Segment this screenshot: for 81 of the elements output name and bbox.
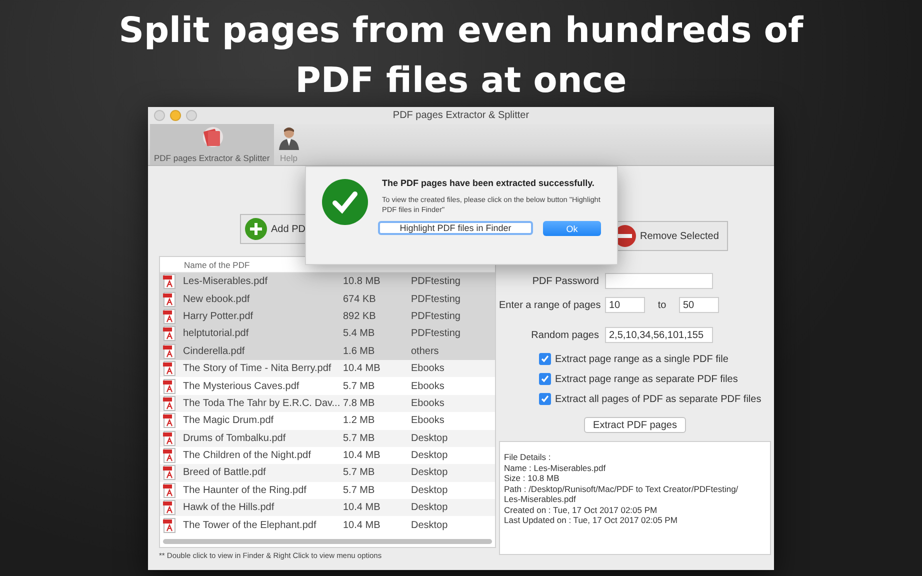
window-title: PDF pages Extractor & Splitter: [392, 110, 530, 121]
option-label: Extract all pages of PDF as separate PDF files: [555, 394, 762, 404]
file-name-cell-text: Hawk of the Hills.pdf: [182, 502, 276, 514]
folder-cell-text: PDFtesting: [410, 310, 462, 322]
option-label: Extract page range as separate PDF files: [555, 374, 738, 384]
option-label: Extract page range as a single PDF file: [555, 354, 728, 364]
table-row[interactable]: Hawk of the Hills.pdf 10.4 MB Desktop: [160, 499, 495, 516]
file-name-cell-text: The Toda The Tahr by E.R.C. Dav...: [182, 398, 340, 409]
folder-cell-text: others: [410, 346, 440, 357]
detail-line: Size : 10.8 MB: [504, 473, 560, 484]
file-size-cell-text: 5.7 MB: [342, 467, 376, 478]
folder-cell-text: PDFtesting: [410, 328, 462, 340]
folder-cell-text: Ebooks: [410, 363, 446, 374]
file-name-cell-text: The Tower of the Elephant.pdf: [182, 520, 318, 531]
file-name-cell-text: Drums of Tombalku.pdf: [182, 432, 287, 444]
file-name-cell-text: Les-Miserables.pdf: [182, 276, 268, 288]
file-size-cell-text: 10.4 MB: [342, 363, 382, 374]
folder-cell-text: PDFtesting: [410, 276, 462, 288]
folder-cell-text: Desktop: [410, 520, 449, 531]
folder-cell-text: Desktop: [410, 484, 449, 496]
file-size-cell-text: 674 KB: [342, 294, 377, 305]
file-name-cell-text: Harry Potter.pdf: [182, 310, 254, 322]
field-label: Enter a range of pages: [499, 300, 599, 310]
table-row[interactable]: helptutorial.pdf 5.4 MB PDFtesting: [160, 325, 495, 343]
headline: Split pages from even hundreds of PDF files at once: [118, 10, 804, 103]
file-size-cell-text: 10.4 MB: [342, 450, 382, 462]
folder-cell-text: Ebooks: [410, 380, 446, 392]
file-size-cell-text: 5.7 MB: [342, 484, 376, 496]
folder-cell-text: Ebooks: [410, 415, 446, 426]
toolbar-tab[interactable]: PDF pages Extractor & Splitter: [150, 124, 274, 165]
folder-cell-text: Ebooks: [410, 398, 446, 409]
folder-cell-text: Desktop: [410, 502, 449, 514]
folder-cell-text: Desktop: [410, 467, 449, 478]
file-size-cell-text: 5.4 MB: [342, 328, 376, 340]
table-row[interactable]: The Children of the Night.pdf 10.4 MB Desktop: [160, 446, 495, 464]
extract-button[interactable]: Extract PDF pages: [584, 417, 686, 433]
field-label: Random pages: [530, 330, 599, 340]
file-name-cell-text: Cinderella.pdf: [182, 346, 246, 357]
folder-cell-text: Desktop: [410, 450, 449, 462]
to-label: to: [656, 300, 668, 310]
table-row[interactable]: Cinderella.pdf 1.6 MB others: [160, 342, 495, 360]
file-size-cell-text: 5.7 MB: [342, 380, 376, 392]
table-row[interactable]: The Haunter of the Ring.pdf 5.7 MB Desktop: [160, 482, 495, 500]
table-row[interactable]: The Story of Time - Nita Berry.pdf 10.4 MB Ebooks: [160, 360, 495, 378]
column-header: Name of the PDF: [183, 260, 251, 270]
range-to-field[interactable]: 50: [679, 297, 719, 313]
range-from-field[interactable]: 10: [605, 297, 645, 313]
file-name-cell-text: The Children of the Night.pdf: [182, 450, 312, 462]
file-name-cell-text: New ebook.pdf: [182, 294, 251, 305]
table-row[interactable]: Drums of Tombalku.pdf 5.7 MB Desktop: [160, 430, 495, 447]
detail-line: Path : /Desktop/Runisoft/Mac/PDF to Text Creator/PDFtesting/: [504, 484, 740, 494]
dialog-title: The PDF pages have been extracted successfully.: [382, 177, 596, 189]
file-size-cell-text: 7.8 MB: [342, 398, 376, 409]
highlight-button[interactable]: Highlight PDF files in Finder: [378, 221, 533, 235]
file-size-cell-text: 5.7 MB: [342, 432, 376, 444]
detail-line: Last Updated on : Tue, 17 Oct 2017 02:05 PM: [504, 515, 678, 526]
file-name-cell-text: The Magic Drum.pdf: [182, 415, 275, 426]
table-row[interactable]: Harry Potter.pdf 892 KB PDFtesting: [160, 308, 495, 326]
table-row[interactable]: Les-Miserables.pdf 10.8 MB PDFtesting: [160, 273, 495, 290]
file-name-cell-text: The Haunter of the Ring.pdf: [182, 484, 308, 496]
file-size-cell-text: 1.2 MB: [342, 415, 376, 426]
field-label: PDF Password: [531, 276, 599, 286]
folder-cell-text: Desktop: [410, 432, 449, 444]
detail-line: File Details :: [504, 452, 552, 462]
file-name-cell-text: The Story of Time - Nita Berry.pdf: [182, 363, 332, 374]
table-row[interactable]: New ebook.pdf 674 KB PDFtesting: [160, 290, 495, 308]
file-size-cell-text: 892 KB: [342, 310, 377, 322]
file-size-cell-text: 10.4 MB: [342, 502, 382, 514]
folder-cell-text: PDFtesting: [410, 294, 462, 305]
table-row[interactable]: Breed of Battle.pdf 5.7 MB Desktop: [160, 464, 495, 482]
file-size-cell-text: 10.4 MB: [342, 520, 382, 531]
file-size-cell-text: 10.8 MB: [342, 276, 382, 288]
detail-line: Name : Les-Miserables.pdf: [504, 462, 607, 473]
detail-line: Les-Miserables.pdf: [504, 494, 577, 504]
file-size-cell-text: 1.6 MB: [342, 346, 376, 357]
detail-line: Created on : Tue, 17 Oct 2017 02:05 PM: [504, 504, 658, 515]
table-row[interactable]: The Toda The Tahr by E.R.C. Dav... 7.8 MB Ebooks: [160, 394, 495, 412]
random-pages-field[interactable]: 2,5,10,34,56,101,155: [605, 327, 713, 343]
file-name-cell-text: helptutorial.pdf: [182, 328, 250, 340]
file-name-cell-text: The Mysterious Caves.pdf: [182, 380, 300, 392]
file-name-cell-text: Breed of Battle.pdf: [182, 467, 267, 478]
